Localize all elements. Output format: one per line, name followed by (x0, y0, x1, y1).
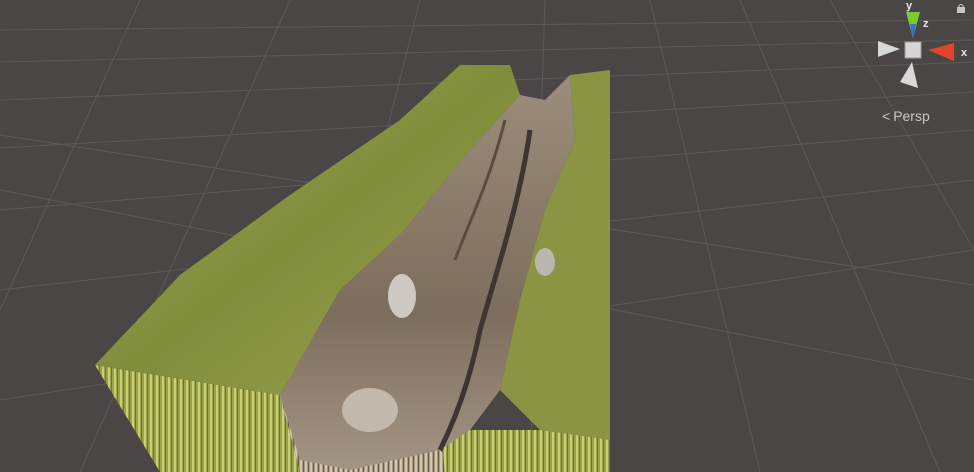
gizmo-z-axis-icon[interactable] (910, 24, 916, 40)
scene-canvas[interactable] (0, 0, 974, 472)
orientation-gizmo[interactable] (868, 4, 974, 94)
chevron-left-icon: < (882, 108, 891, 124)
gizmo-y-label: y (906, 0, 913, 12)
gizmo-x-label: x (961, 47, 968, 59)
scene-viewport[interactable]: y z x < Persp (0, 0, 974, 472)
gizmo-center-cube-icon[interactable] (904, 41, 922, 59)
terrain-model[interactable] (95, 65, 610, 472)
gizmo-neg-y-icon[interactable] (900, 62, 918, 88)
gizmo-neg-x-icon[interactable] (878, 41, 900, 57)
projection-label: Persp (893, 108, 930, 124)
gizmo-z-label: z (923, 18, 929, 30)
gizmo-x-axis-icon[interactable] (928, 43, 954, 61)
projection-toggle[interactable]: < Persp (882, 108, 930, 124)
